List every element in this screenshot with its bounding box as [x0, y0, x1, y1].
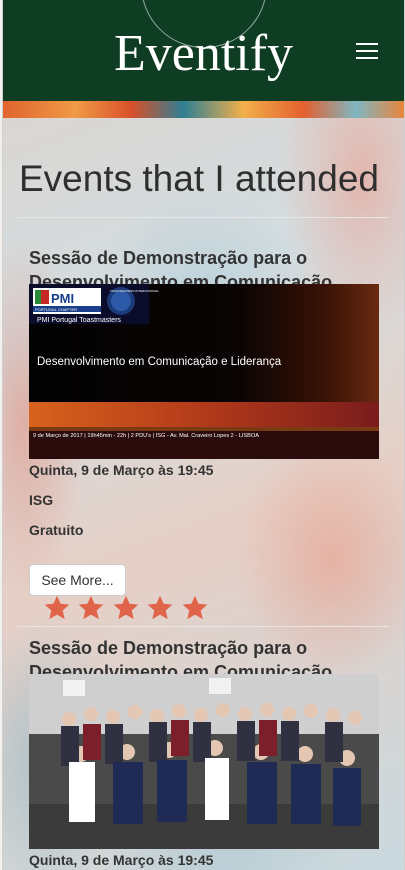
navbar: Eventify: [3, 0, 404, 101]
event-venue: ISG: [29, 492, 54, 508]
star-icon[interactable]: [146, 594, 174, 622]
event-banner-image[interactable]: PMI PORTUGAL CHAPTER TOASTMASTERS INTERN…: [29, 284, 379, 459]
event-card: Sessão de Demonstração para o Desenvolvi…: [29, 636, 379, 868]
banner-org-caption: PMI Portugal Toastmasters: [37, 317, 121, 324]
title-divider: [18, 217, 389, 218]
app-frame: Eventify Events that I attended Sessão d…: [2, 0, 405, 870]
banner-footer: 9 de Março de 2017 | 19h45min - 22h | 2 …: [33, 433, 259, 439]
rating-stars[interactable]: [43, 594, 211, 624]
event-datetime: Quinta, 9 de Março às 19:45: [29, 462, 214, 478]
pmi-logo-text: PMI: [51, 291, 74, 306]
star-icon[interactable]: [181, 594, 209, 622]
event-divider: [18, 626, 389, 627]
banner-headline: Desenvolvimento em Comunicação e Lideran…: [37, 356, 282, 368]
hamburger-menu-icon[interactable]: [356, 43, 378, 59]
event-group-photo[interactable]: [29, 674, 379, 849]
pmi-chapter-text: PORTUGAL CHAPTER: [35, 307, 77, 312]
event-title[interactable]: Sessão de Demonstração para o Desenvolvi…: [29, 636, 379, 674]
star-icon[interactable]: [43, 594, 71, 622]
event-title[interactable]: Sessão de Demonstração para o Desenvolvi…: [29, 246, 379, 284]
page-title: Events that I attended: [19, 158, 379, 199]
see-more-button[interactable]: See More...: [29, 564, 126, 596]
hero-background: [3, 101, 404, 118]
star-icon[interactable]: [77, 594, 105, 622]
star-icon[interactable]: [112, 594, 140, 622]
event-card: Sessão de Demonstração para o Desenvolvi…: [29, 246, 379, 620]
toastmasters-logo-text: TOASTMASTERS INTERNATIONAL: [110, 289, 159, 293]
brand-logo[interactable]: Eventify: [3, 24, 404, 84]
event-price: Gratuito: [29, 522, 84, 538]
event-datetime: Quinta, 9 de Março às 19:45: [29, 852, 214, 868]
